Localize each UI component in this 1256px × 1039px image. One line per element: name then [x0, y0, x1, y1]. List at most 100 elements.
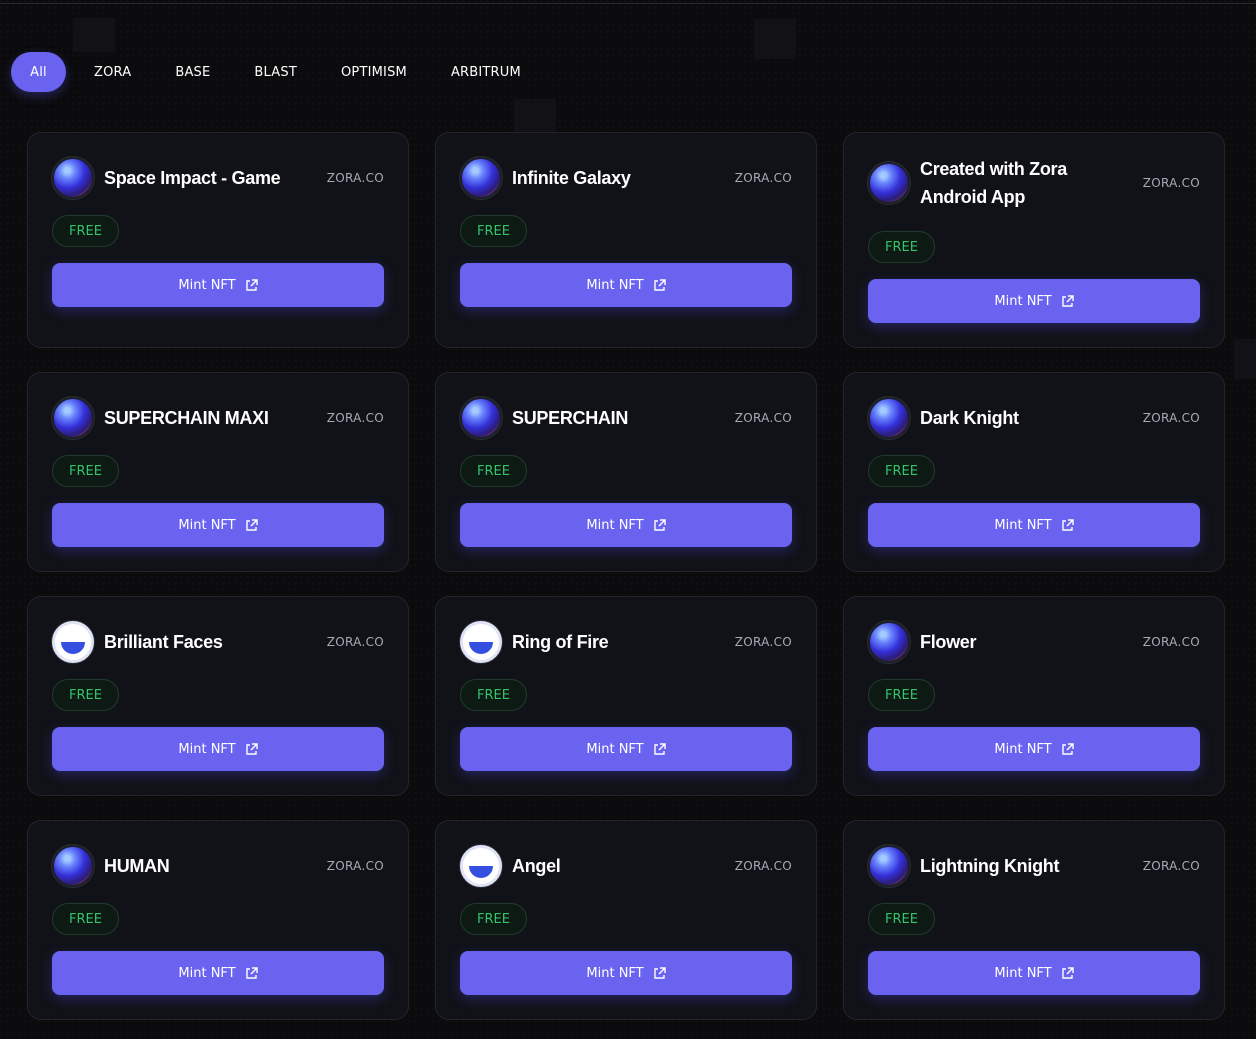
background-tile [73, 18, 115, 52]
external-link-icon [1061, 966, 1074, 980]
nft-card: Space Impact - Game ZORA.CO FREE Mint NFT [27, 132, 409, 348]
source-label: ZORA.CO [1142, 176, 1200, 190]
nft-title[interactable]: SUPERCHAIN [512, 404, 727, 432]
source-label: ZORA.CO [734, 635, 792, 649]
external-link-icon [653, 966, 666, 980]
card-header: Lightning Knight ZORA.CO [868, 845, 1200, 887]
filter-chip-blast[interactable]: BLAST [254, 52, 297, 92]
card-header: Dark Knight ZORA.CO [868, 397, 1200, 439]
source-label: ZORA.CO [326, 171, 384, 185]
card-header: SUPERCHAIN MAXI ZORA.CO [52, 397, 384, 439]
nft-card: Infinite Galaxy ZORA.CO FREE Mint NFT [435, 132, 817, 348]
price-badge: FREE [460, 455, 527, 487]
mint-button-label: Mint NFT [178, 965, 236, 981]
price-badge: FREE [460, 215, 527, 247]
nft-title[interactable]: HUMAN [104, 852, 319, 880]
filter-chip-optimism[interactable]: OPTIMISM [341, 52, 407, 92]
price-badge: FREE [52, 679, 119, 711]
nft-title[interactable]: Created with Zora Android App [920, 155, 1135, 211]
card-header: SUPERCHAIN ZORA.CO [460, 397, 792, 439]
card-header: Ring of Fire ZORA.CO [460, 621, 792, 663]
orb-icon [52, 845, 94, 887]
filter-chip-zora[interactable]: ZORA [94, 52, 131, 92]
external-link-icon [1061, 518, 1074, 532]
half-circle-icon [460, 845, 502, 887]
nft-title[interactable]: SUPERCHAIN MAXI [104, 404, 319, 432]
mint-nft-button[interactable]: Mint NFT [52, 951, 384, 995]
external-link-icon [245, 518, 258, 532]
source-label: ZORA.CO [1142, 635, 1200, 649]
page: { "filters": [ {"label": "All", "active"… [0, 0, 1256, 1039]
mint-nft-button[interactable]: Mint NFT [52, 727, 384, 771]
top-divider [0, 3, 1256, 4]
price-badge: FREE [868, 679, 935, 711]
mint-button-label: Mint NFT [586, 277, 644, 293]
price-badge: FREE [868, 903, 935, 935]
background-tile [1234, 339, 1256, 379]
price-badge: FREE [52, 215, 119, 247]
mint-button-label: Mint NFT [178, 741, 236, 757]
external-link-icon [245, 966, 258, 980]
mint-nft-button[interactable]: Mint NFT [868, 727, 1200, 771]
orb-icon [52, 397, 94, 439]
card-header: Flower ZORA.CO [868, 621, 1200, 663]
orb-icon [868, 397, 910, 439]
mint-button-label: Mint NFT [178, 517, 236, 533]
mint-nft-button[interactable]: Mint NFT [868, 503, 1200, 547]
source-label: ZORA.CO [1142, 411, 1200, 425]
external-link-icon [653, 278, 666, 292]
mint-button-label: Mint NFT [994, 965, 1052, 981]
nft-card: Brilliant Faces ZORA.CO FREE Mint NFT [27, 596, 409, 796]
price-badge: FREE [868, 231, 935, 263]
mint-nft-button[interactable]: Mint NFT [868, 279, 1200, 323]
mint-nft-button[interactable]: Mint NFT [52, 263, 384, 307]
nft-title[interactable]: Lightning Knight [920, 852, 1135, 880]
nft-card: Angel ZORA.CO FREE Mint NFT [435, 820, 817, 1020]
nft-title[interactable]: Flower [920, 628, 1135, 656]
nft-title[interactable]: Angel [512, 852, 727, 880]
mint-nft-button[interactable]: Mint NFT [52, 503, 384, 547]
mint-button-label: Mint NFT [586, 517, 644, 533]
orb-icon [868, 162, 910, 204]
external-link-icon [653, 742, 666, 756]
source-label: ZORA.CO [1142, 859, 1200, 873]
half-circle-icon [52, 621, 94, 663]
orb-icon [868, 845, 910, 887]
nft-card: Lightning Knight ZORA.CO FREE Mint NFT [843, 820, 1225, 1020]
mint-nft-button[interactable]: Mint NFT [868, 951, 1200, 995]
card-header: Brilliant Faces ZORA.CO [52, 621, 384, 663]
card-header: HUMAN ZORA.CO [52, 845, 384, 887]
card-header: Space Impact - Game ZORA.CO [52, 157, 384, 199]
mint-nft-button[interactable]: Mint NFT [460, 951, 792, 995]
nft-card: HUMAN ZORA.CO FREE Mint NFT [27, 820, 409, 1020]
filter-chip-arbitrum[interactable]: ARBITRUM [451, 52, 521, 92]
price-badge: FREE [868, 455, 935, 487]
filter-chip-all[interactable]: All [11, 52, 66, 92]
orb-icon [868, 621, 910, 663]
source-label: ZORA.CO [734, 859, 792, 873]
nft-title[interactable]: Infinite Galaxy [512, 164, 727, 192]
external-link-icon [245, 742, 258, 756]
source-label: ZORA.CO [326, 411, 384, 425]
nft-title[interactable]: Ring of Fire [512, 628, 727, 656]
mint-nft-button[interactable]: Mint NFT [460, 263, 792, 307]
mint-button-label: Mint NFT [994, 293, 1052, 309]
nft-title[interactable]: Dark Knight [920, 404, 1135, 432]
nft-title[interactable]: Brilliant Faces [104, 628, 319, 656]
external-link-icon [653, 518, 666, 532]
mint-button-label: Mint NFT [586, 965, 644, 981]
external-link-icon [1061, 294, 1074, 308]
mint-nft-button[interactable]: Mint NFT [460, 503, 792, 547]
nft-card: Ring of Fire ZORA.CO FREE Mint NFT [435, 596, 817, 796]
source-label: ZORA.CO [734, 411, 792, 425]
nft-title[interactable]: Space Impact - Game [104, 164, 319, 192]
orb-icon [460, 397, 502, 439]
filter-chip-base[interactable]: BASE [175, 52, 210, 92]
orb-icon [460, 157, 502, 199]
source-label: ZORA.CO [326, 859, 384, 873]
mint-button-label: Mint NFT [178, 277, 236, 293]
external-link-icon [245, 278, 258, 292]
card-header: Created with Zora Android App ZORA.CO [868, 155, 1200, 211]
nft-card: Created with Zora Android App ZORA.CO FREE… [843, 132, 1225, 348]
mint-nft-button[interactable]: Mint NFT [460, 727, 792, 771]
